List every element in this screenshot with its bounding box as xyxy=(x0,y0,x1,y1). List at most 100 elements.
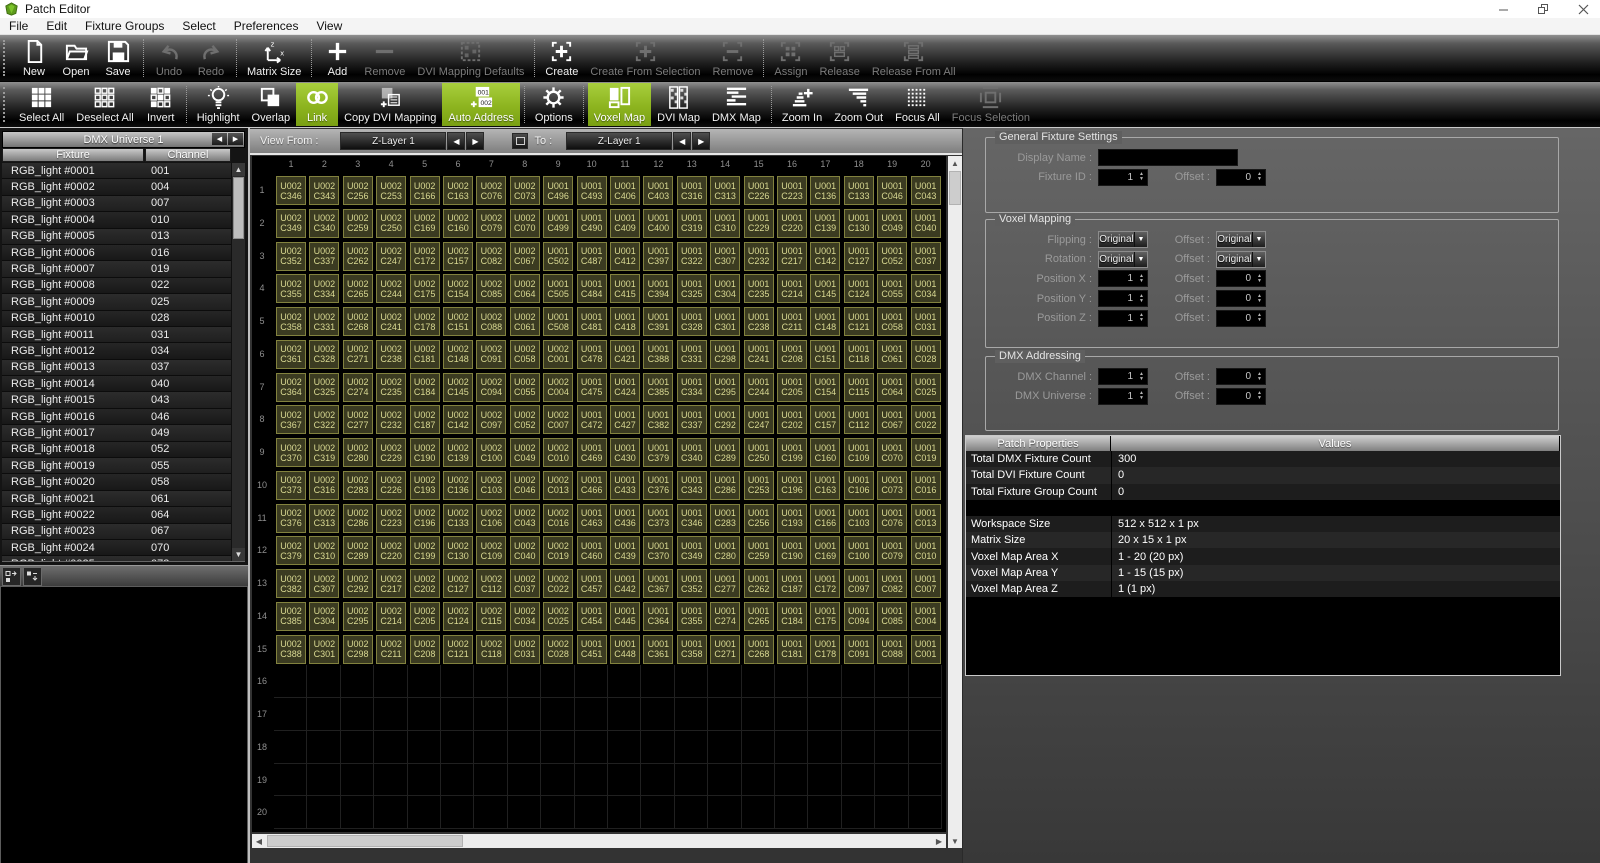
fixture-cell[interactable]: U001C307 xyxy=(710,242,740,271)
fixture-cell[interactable]: U001C208 xyxy=(777,340,807,369)
fixture-cell[interactable]: U002C298 xyxy=(343,635,373,664)
fixture-cell[interactable]: U002C184 xyxy=(410,373,440,402)
fixture-cell[interactable]: U002C211 xyxy=(376,635,406,664)
fixture-cell[interactable]: U002C244 xyxy=(376,274,406,303)
fixture-cell[interactable]: U001C031 xyxy=(911,307,941,336)
fixture-cell[interactable]: U001C460 xyxy=(577,536,607,565)
fixture-cell[interactable]: U002C070 xyxy=(510,209,540,238)
fixture-cell[interactable]: U002C241 xyxy=(376,307,406,336)
close-icon[interactable] xyxy=(1574,1,1592,17)
fixture-cell[interactable]: U001C013 xyxy=(911,504,941,533)
fixture-cell[interactable]: U001C259 xyxy=(744,536,774,565)
fixture-cell[interactable]: U002C355 xyxy=(276,274,306,303)
fixture-cell[interactable]: U001C136 xyxy=(810,176,840,205)
fixture-cell[interactable]: U001C199 xyxy=(777,438,807,467)
grid-scroll-up-icon[interactable]: ▲ xyxy=(948,156,962,170)
fixture-cell[interactable]: U002C214 xyxy=(376,602,406,631)
fixture-cell[interactable]: U001C505 xyxy=(543,274,573,303)
fixture-cell[interactable]: U002C106 xyxy=(476,504,506,533)
link-layers-checkbox[interactable] xyxy=(512,133,528,149)
fixture-cell[interactable]: U001C205 xyxy=(777,373,807,402)
fixture-cell[interactable]: U001C454 xyxy=(577,602,607,631)
fixture-cell[interactable]: U001C178 xyxy=(810,635,840,664)
link-button[interactable]: Link xyxy=(296,83,338,126)
spinner-arrows-icon[interactable]: ▲▼ xyxy=(1254,291,1265,306)
fixture-cell[interactable]: U002C061 xyxy=(510,307,540,336)
fixture-cell[interactable]: U002C334 xyxy=(309,274,339,303)
fixture-row[interactable]: RGB_light #0002004 xyxy=(2,179,231,195)
fixture-row[interactable]: RGB_light #0013037 xyxy=(2,360,231,376)
fixture-cell[interactable]: U002C316 xyxy=(309,471,339,500)
fixture-cell[interactable]: U001C358 xyxy=(677,635,707,664)
fixture-cell[interactable]: U002C271 xyxy=(343,340,373,369)
fixture-cell[interactable]: U001C268 xyxy=(744,635,774,664)
fixture-cell[interactable]: U001C175 xyxy=(810,602,840,631)
fixture-cell[interactable]: U001C391 xyxy=(643,307,673,336)
fixture-cell[interactable]: U001C127 xyxy=(844,242,874,271)
grid-hscroll-thumb[interactable] xyxy=(267,835,463,847)
fixture-cell[interactable]: U002C202 xyxy=(410,569,440,598)
fixture-cell[interactable]: U002C118 xyxy=(476,635,506,664)
fixture-cell[interactable]: U001C367 xyxy=(643,569,673,598)
fixture-cell[interactable]: U002C103 xyxy=(476,471,506,500)
menu-view[interactable]: View xyxy=(307,18,351,34)
fixture-cell[interactable]: U002C076 xyxy=(476,176,506,205)
fixture-cell[interactable]: U002C055 xyxy=(510,373,540,402)
fixture-cell[interactable]: U002C139 xyxy=(443,438,473,467)
fixture-cell[interactable]: U001C448 xyxy=(610,635,640,664)
fixture-cell[interactable]: U002C265 xyxy=(343,274,373,303)
fixture-cell[interactable]: U001C118 xyxy=(844,340,874,369)
fixture-cell[interactable]: U002C217 xyxy=(376,569,406,598)
fixture-cell[interactable]: U001C190 xyxy=(777,536,807,565)
dmx-universe-control[interactable]: 1▲▼ xyxy=(1098,388,1148,405)
menu-preferences[interactable]: Preferences xyxy=(225,18,308,34)
fixture-cell[interactable]: U002C250 xyxy=(376,209,406,238)
fixture-cell[interactable]: U002C346 xyxy=(276,176,306,205)
deselect-all-button[interactable]: Deselect All xyxy=(70,83,139,126)
position-x-offset-control[interactable]: 0▲▼ xyxy=(1216,270,1266,287)
grid-scroll-left-icon[interactable]: ◀ xyxy=(252,834,266,848)
fixture-cell[interactable]: U001C283 xyxy=(710,504,740,533)
fixture-cell[interactable]: U001C442 xyxy=(610,569,640,598)
fixture-cell[interactable]: U002C112 xyxy=(476,569,506,598)
fixture-row[interactable]: RGB_light #0009025 xyxy=(2,294,231,310)
fixture-cell[interactable]: U002C157 xyxy=(443,242,473,271)
spinner-arrows-icon[interactable]: ▲▼ xyxy=(1254,271,1265,286)
fixture-cell[interactable]: U001C244 xyxy=(744,373,774,402)
group-tool-2-icon[interactable] xyxy=(23,567,42,586)
fixture-cell[interactable]: U002C226 xyxy=(376,471,406,500)
fixture-cell[interactable]: U002C130 xyxy=(443,536,473,565)
fixture-cell[interactable]: U002C091 xyxy=(476,340,506,369)
position-z-offset-control[interactable]: 0▲▼ xyxy=(1216,310,1266,327)
fixture-cell[interactable]: U001C340 xyxy=(677,438,707,467)
fixture-cell[interactable]: U002C145 xyxy=(443,373,473,402)
grid-vertical-scrollbar[interactable]: ▲ ▼ xyxy=(948,156,962,848)
fixture-row[interactable]: RGB_light #0006016 xyxy=(2,245,231,261)
fixture-cell[interactable]: U001C028 xyxy=(911,340,941,369)
fixture-cell[interactable]: U002C025 xyxy=(543,602,573,631)
fixture-cell[interactable]: U001C067 xyxy=(877,405,907,434)
matrix-size-button[interactable]: zxMatrix Size xyxy=(241,37,307,80)
position-y-control[interactable]: 1▲▼ xyxy=(1098,290,1148,307)
fixture-cell[interactable]: U002C010 xyxy=(543,438,573,467)
fixture-cell[interactable]: U002C088 xyxy=(476,307,506,336)
open-button[interactable]: Open xyxy=(55,37,97,80)
fixture-list-scrollbar[interactable]: ▲ ▼ xyxy=(232,163,245,561)
menu-fixture-groups[interactable]: Fixture Groups xyxy=(76,18,173,34)
grid-horizontal-scrollbar[interactable]: ◀ ▶ xyxy=(252,834,946,848)
fixture-cell[interactable]: U001C103 xyxy=(844,504,874,533)
layer-next2-icon[interactable]: ▶ xyxy=(692,132,710,150)
fixture-cell[interactable]: U001C202 xyxy=(777,405,807,434)
fixture-cell[interactable]: U001C007 xyxy=(911,569,941,598)
fixture-cell[interactable]: U002C283 xyxy=(343,471,373,500)
fixture-cell[interactable]: U001C298 xyxy=(710,340,740,369)
fixture-cell[interactable]: U001C151 xyxy=(810,340,840,369)
fixture-cell[interactable]: U002C319 xyxy=(309,438,339,467)
voxel-map-button[interactable]: Voxel Map xyxy=(588,83,651,126)
fixture-cell[interactable]: U001C049 xyxy=(877,209,907,238)
fixture-row[interactable]: RGB_light #0010028 xyxy=(2,311,231,327)
patch-matrix-grid[interactable]: 1234567891011121314151617181920123456789… xyxy=(252,156,946,832)
fixture-cell[interactable]: U002C229 xyxy=(376,438,406,467)
fixture-cell[interactable]: U002C100 xyxy=(476,438,506,467)
fixture-cell[interactable]: U001C502 xyxy=(543,242,573,271)
